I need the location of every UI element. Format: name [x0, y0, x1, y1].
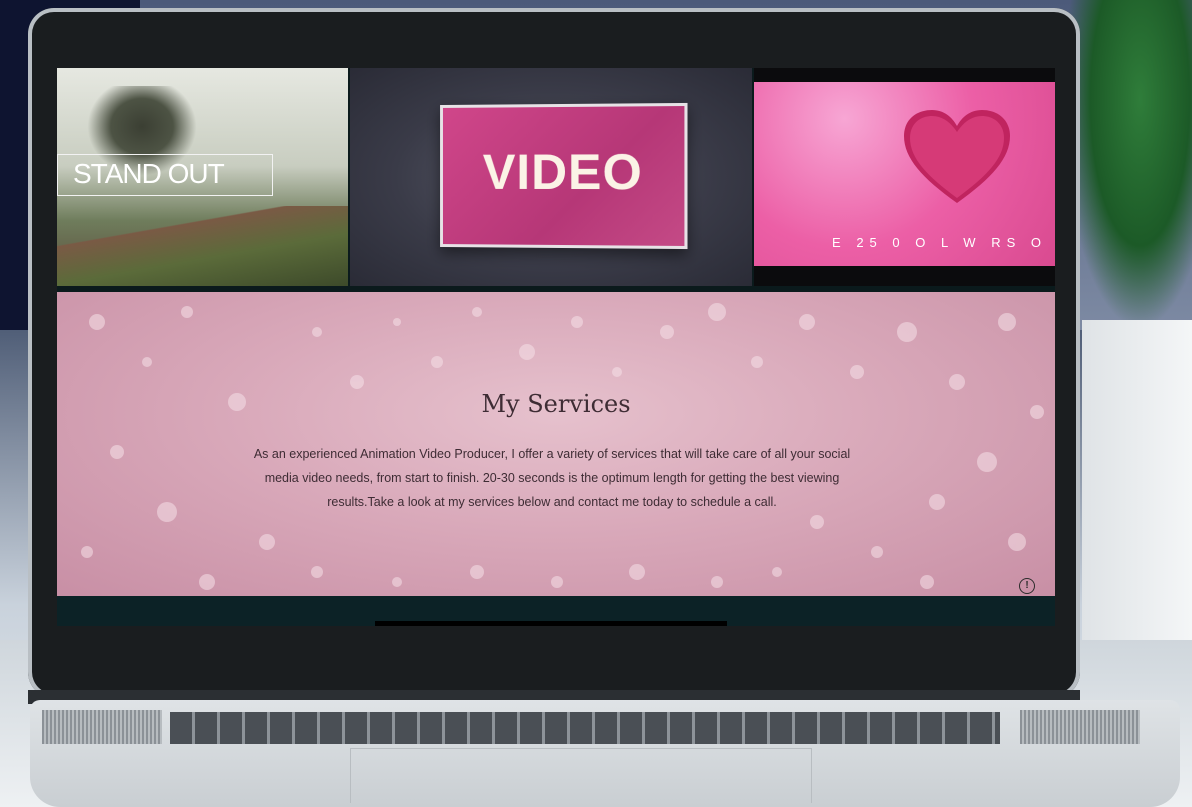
heart-caption: E 25 0 O L W RS O [832, 235, 1047, 250]
hero-tile-stand-out[interactable]: STAND OUT [57, 68, 349, 286]
trackpad [350, 748, 812, 803]
hero-gallery: STAND OUT VIDEO E 25 0 O L W RS O [57, 68, 1055, 286]
laptop-base [30, 700, 1180, 807]
footer-bar [375, 621, 727, 626]
speaker-right [1020, 710, 1140, 744]
services-description: As an experienced Animation Video Produc… [253, 447, 851, 509]
services-title: My Services [481, 390, 631, 418]
video-screen-graphic: VIDEO [440, 102, 688, 250]
services-section: My Services As an experienced Animation … [57, 292, 1055, 596]
hero-tile-video[interactable]: VIDEO [350, 68, 752, 286]
landscape-image [57, 206, 349, 286]
info-icon[interactable]: ! [1019, 578, 1035, 594]
speaker-left [42, 710, 162, 744]
keyboard [170, 712, 1000, 744]
hero-tile-heart[interactable]: E 25 0 O L W RS O [753, 68, 1055, 286]
plant [1062, 0, 1192, 330]
heart-icon [903, 110, 1010, 203]
stand-out-label: STAND OUT [73, 158, 225, 189]
video-label: VIDEO [483, 143, 644, 201]
laptop-screen: STAND OUT VIDEO E 25 0 O L W RS O My Ser… [57, 68, 1055, 626]
